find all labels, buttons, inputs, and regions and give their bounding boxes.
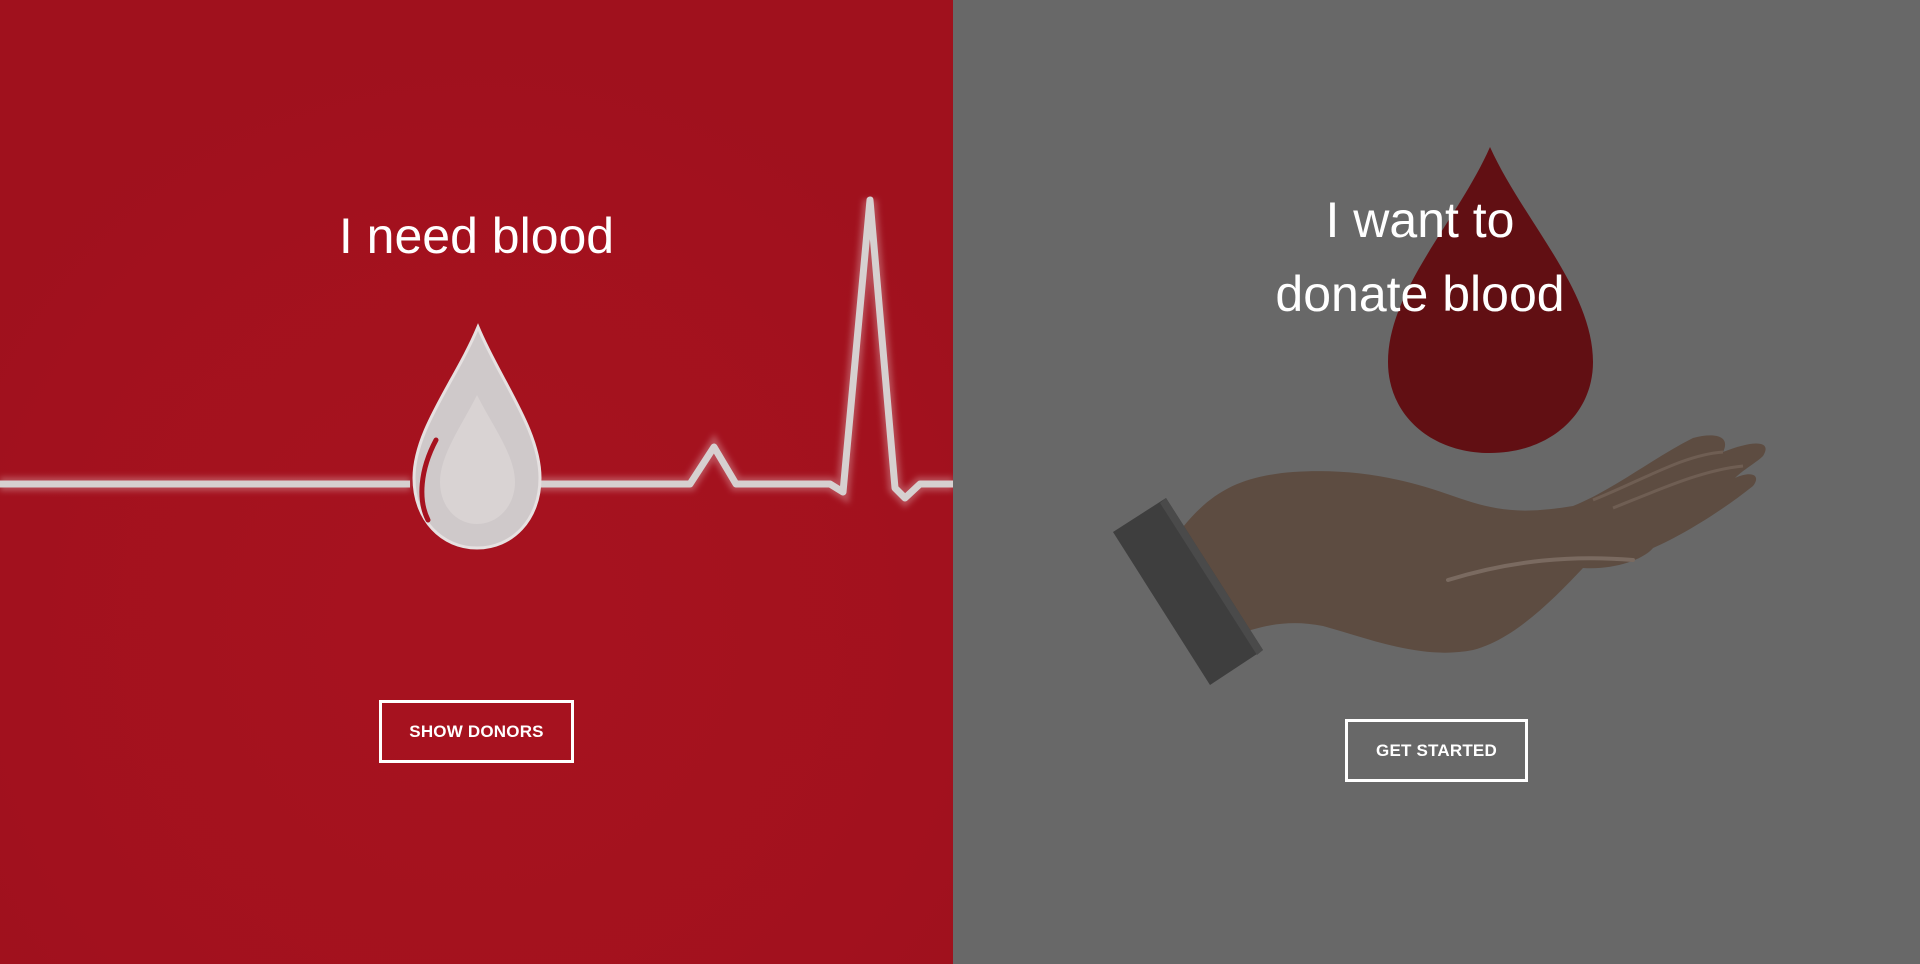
get-started-button[interactable]: GET STARTED bbox=[1345, 719, 1528, 782]
need-blood-panel: I need blood SHOW DONORS bbox=[0, 0, 953, 964]
show-donors-button[interactable]: SHOW DONORS bbox=[379, 700, 574, 763]
hand-holding-blood-drop-icon bbox=[1113, 147, 1766, 685]
heartbeat-blood-drop-icon bbox=[0, 0, 953, 964]
donate-title-line-2: donate blood bbox=[1275, 266, 1565, 322]
donate-title-line-1: I want to bbox=[1325, 192, 1515, 248]
need-blood-title: I need blood bbox=[338, 208, 615, 264]
donate-blood-title: I want to donate blood bbox=[1200, 183, 1640, 331]
donate-blood-panel: I want to donate blood GET STARTED bbox=[953, 0, 1920, 964]
